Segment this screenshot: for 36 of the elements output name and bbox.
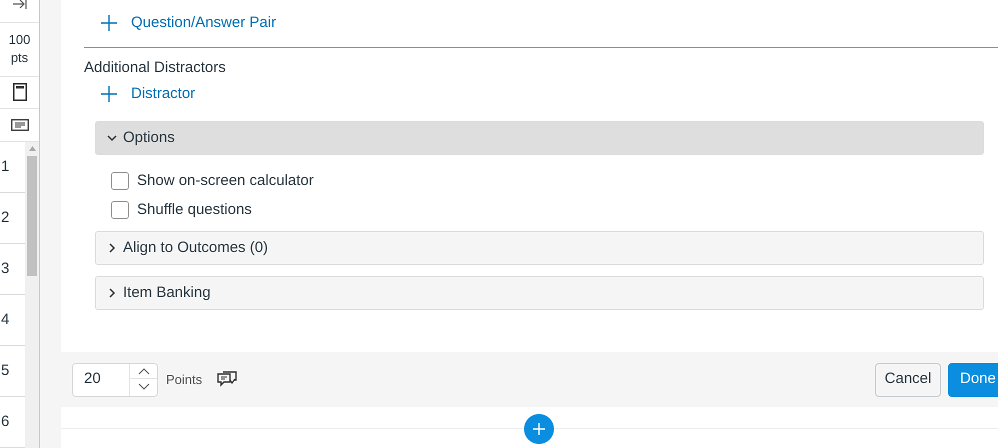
points-label: Points xyxy=(166,370,202,389)
chevron-right-icon xyxy=(107,288,117,298)
plus-icon xyxy=(101,86,117,102)
question-number[interactable]: 4 xyxy=(0,308,10,332)
scrollbar[interactable] xyxy=(25,142,39,448)
plus-icon xyxy=(533,423,545,435)
collapse-icon[interactable] xyxy=(12,0,28,10)
section-header[interactable]: Options xyxy=(95,121,984,155)
plus-icon xyxy=(101,15,117,31)
checkbox[interactable] xyxy=(111,201,129,219)
add-pair-link[interactable]: Question/Answer Pair xyxy=(84,11,276,35)
add-question-button[interactable] xyxy=(524,414,554,444)
text-block-icon[interactable] xyxy=(10,119,28,132)
section-header[interactable]: Align to Outcomes (0) xyxy=(95,231,984,265)
done-button[interactable]: Done xyxy=(948,362,998,396)
points-total: 100 pts xyxy=(8,31,32,68)
section-heading: Additional Distractors xyxy=(84,59,227,77)
chevron-down-icon xyxy=(107,133,117,143)
chevron-right-icon xyxy=(107,243,117,253)
section-header[interactable]: Item Banking xyxy=(95,276,984,310)
question-number[interactable]: 1 xyxy=(0,156,10,178)
question-number[interactable]: 2 xyxy=(0,206,10,230)
question-number[interactable]: 3 xyxy=(0,258,10,280)
checkbox-label: Shuffle questions xyxy=(137,200,252,220)
add-distractor-link[interactable]: Distractor xyxy=(84,82,196,106)
checkbox-label: Show on-screen calculator xyxy=(137,170,314,191)
checkbox[interactable] xyxy=(111,172,129,190)
question-number[interactable]: 6 xyxy=(0,410,10,434)
increment-icon[interactable] xyxy=(138,368,150,374)
decrement-icon[interactable] xyxy=(138,382,150,390)
question-number[interactable]: 5 xyxy=(0,360,10,382)
cancel-button[interactable]: Cancel xyxy=(875,362,941,396)
points-input[interactable]: 20 xyxy=(72,362,158,396)
comments-icon[interactable] xyxy=(217,370,238,388)
scrollbar-thumb[interactable] xyxy=(27,156,37,276)
calculator-icon[interactable] xyxy=(12,83,26,102)
